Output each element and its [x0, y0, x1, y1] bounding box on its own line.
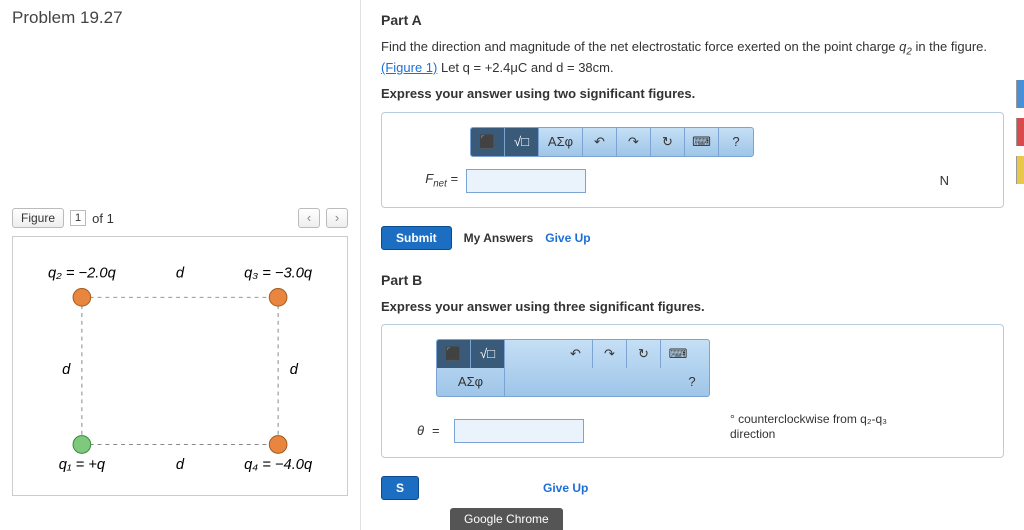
- problem-title: Problem 19.27: [12, 8, 348, 28]
- svg-text:d: d: [176, 457, 185, 473]
- select-tool-icon-b[interactable]: ⬛: [437, 340, 471, 368]
- part-a-submit-row: Submit My Answers Give Up: [381, 226, 1004, 250]
- undo-icon[interactable]: ↶: [583, 128, 617, 156]
- help-icon-b[interactable]: ?: [675, 368, 709, 396]
- reset-icon-b[interactable]: ↻: [627, 340, 661, 368]
- theta-unit: ° counterclockwise from q₂-q₃ direction: [730, 412, 887, 443]
- side-tab-1[interactable]: [1016, 80, 1024, 108]
- theta-input[interactable]: [454, 419, 584, 443]
- part-a-answer-box: ⬛ √□ ΑΣφ ↶ ↷ ↻ ⌨ ? Fnet = N: [381, 112, 1004, 208]
- part-b-answer-box: ⬛ √□ ↶ ↷ ↻ ⌨ ΑΣφ ?: [381, 324, 1004, 458]
- undo-icon-b[interactable]: ↶: [559, 340, 593, 368]
- eq-label: =: [432, 423, 446, 438]
- greek-tool-icon-b[interactable]: ΑΣφ: [437, 368, 505, 396]
- figure-svg: q₂ = −2.0q q₃ = −3.0q q₁ = +q q₄ = −4.0q…: [23, 247, 337, 485]
- giveup-link-b[interactable]: Give Up: [543, 481, 588, 495]
- fnet-unit: N: [940, 173, 949, 188]
- figure-prev[interactable]: ‹: [298, 208, 320, 228]
- figure-of: of 1: [92, 211, 114, 226]
- svg-text:d: d: [62, 362, 71, 378]
- part-a-prompt: Find the direction and magnitude of the …: [381, 38, 1004, 77]
- side-tab-2[interactable]: [1016, 118, 1024, 146]
- fnet-input[interactable]: [466, 169, 586, 193]
- fnet-label: Fnet =: [406, 171, 458, 190]
- side-tab-3[interactable]: [1016, 156, 1024, 184]
- help-icon[interactable]: ?: [719, 128, 753, 156]
- part-b-title: Part B: [381, 272, 1004, 288]
- part-a-title: Part A: [381, 12, 1004, 28]
- svg-text:q₂ = −2.0q: q₂ = −2.0q: [48, 266, 117, 282]
- figure-panel: q₂ = −2.0q q₃ = −3.0q q₁ = +q q₄ = −4.0q…: [12, 236, 348, 496]
- side-tabs: [1016, 80, 1024, 194]
- part-a-express: Express your answer using two significan…: [381, 85, 1004, 103]
- redo-icon-b[interactable]: ↷: [593, 340, 627, 368]
- select-tool-icon[interactable]: ⬛: [471, 128, 505, 156]
- svg-text:q₃ = −3.0q: q₃ = −3.0q: [244, 266, 313, 282]
- redo-icon[interactable]: ↷: [617, 128, 651, 156]
- theta-label: θ: [406, 423, 424, 438]
- giveup-link-a[interactable]: Give Up: [545, 231, 590, 245]
- reset-icon[interactable]: ↻: [651, 128, 685, 156]
- svg-text:q₄ = −4.0q: q₄ = −4.0q: [244, 457, 313, 473]
- svg-text:d: d: [290, 362, 299, 378]
- template-tool-icon[interactable]: √□: [505, 128, 539, 156]
- svg-text:q₁ = +q: q₁ = +q: [59, 457, 106, 473]
- svg-text:d: d: [176, 266, 185, 282]
- figure-next[interactable]: ›: [326, 208, 348, 228]
- my-answers-link[interactable]: My Answers: [464, 231, 534, 245]
- figure-nav: Figure 1 of 1 ‹ ›: [12, 208, 348, 228]
- keyboard-icon[interactable]: ⌨: [685, 128, 719, 156]
- figure-link[interactable]: (Figure 1): [381, 60, 437, 75]
- figure-button[interactable]: Figure: [12, 208, 64, 228]
- taskbar-chrome[interactable]: Google Chrome: [450, 508, 563, 530]
- keyboard-icon-b[interactable]: ⌨: [661, 340, 695, 368]
- equation-toolbar-a: ⬛ √□ ΑΣφ ↶ ↷ ↻ ⌨ ?: [470, 127, 754, 157]
- part-b-submit-row: S Give Up: [381, 476, 1004, 500]
- greek-tool-icon[interactable]: ΑΣφ: [539, 128, 583, 156]
- part-b-express: Express your answer using three signific…: [381, 298, 1004, 316]
- template-tool-icon-b[interactable]: √□: [471, 340, 505, 368]
- submit-button-a[interactable]: Submit: [381, 226, 452, 250]
- submit-button-b[interactable]: S: [381, 476, 419, 500]
- figure-selector[interactable]: 1: [70, 210, 86, 226]
